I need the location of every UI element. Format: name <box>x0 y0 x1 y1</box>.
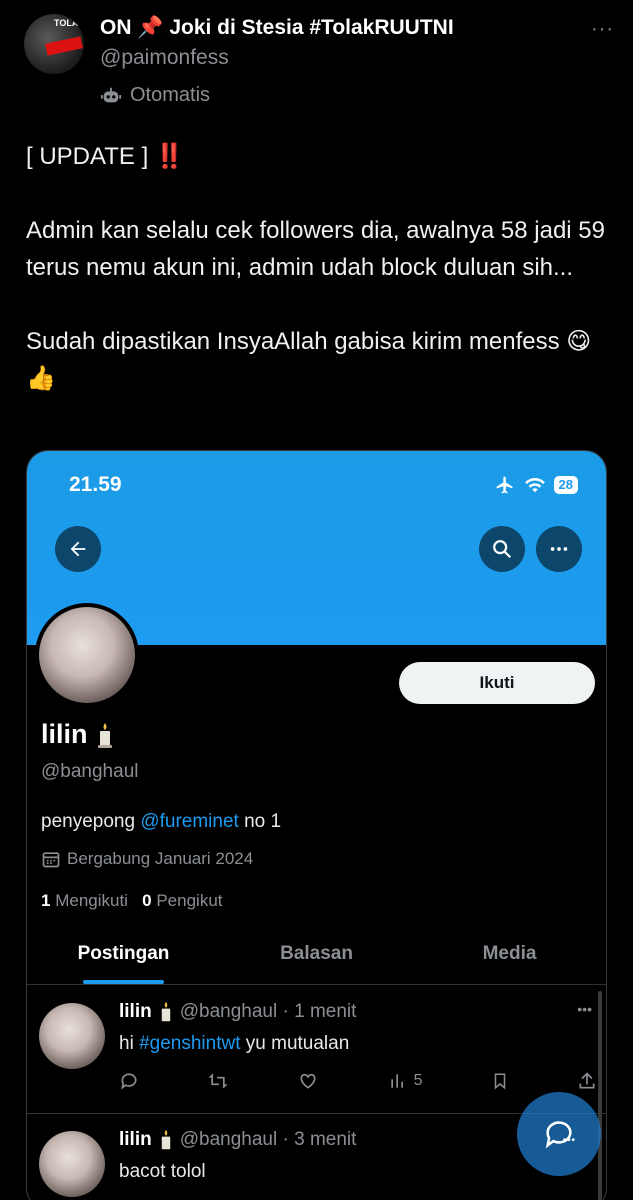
views-button[interactable]: 5 <box>388 1071 423 1091</box>
automated-label: Otomatis <box>100 84 210 107</box>
like-icon <box>300 1073 316 1089</box>
profile-joined: Bergabung Januari 2024 <box>41 849 253 869</box>
post-header: lilin @banghaul · 1 menit <box>119 1001 356 1023</box>
tweet-line-update: [ UPDATE ] ‼️ <box>26 138 606 175</box>
post-text-prefix: hi <box>119 1033 134 1054</box>
tweet-paragraph-3: Sudah dipastikan InsyaAllah gabisa kirim… <box>26 328 592 392</box>
compose-message-icon <box>545 1121 575 1149</box>
post-text: bacot tolol <box>119 1161 206 1183</box>
followers-link[interactable]: 0 Pengikut <box>142 891 222 910</box>
post-author-name[interactable]: lilin <box>119 1129 152 1151</box>
double-exclamation-icon: ‼️ <box>154 143 185 170</box>
reply-button[interactable] <box>119 1071 139 1091</box>
retweet-button[interactable] <box>207 1071 229 1091</box>
profile-tabs: Postingan Balasan Media <box>27 937 606 985</box>
candle-icon <box>97 722 112 748</box>
back-arrow-icon <box>70 541 86 557</box>
author-display-name[interactable]: ON 📌 Joki di Stesia #TolakRUUTNI <box>100 16 454 40</box>
like-button[interactable] <box>297 1071 319 1091</box>
profile-more-button[interactable] <box>536 526 582 572</box>
author-avatar[interactable]: TOLAK <box>24 14 84 74</box>
views-count: 5 <box>413 1072 423 1089</box>
profile-name: lilin <box>41 719 88 749</box>
candle-icon <box>161 1129 170 1150</box>
post-text-prefix: bacot tolol <box>119 1161 206 1182</box>
bookmark-icon <box>494 1073 506 1090</box>
post-header: lilin @banghaul · 3 menit <box>119 1129 356 1151</box>
joined-text: Bergabung Januari 2024 <box>67 849 254 868</box>
tab-balasan[interactable]: Balasan <box>220 937 413 984</box>
share-button[interactable] <box>577 1071 597 1091</box>
hashtag-link[interactable]: #genshintwt <box>139 1033 240 1054</box>
profile-handle: @banghaul <box>41 761 139 782</box>
followers-count: 0 <box>142 891 152 910</box>
tab-postingan[interactable]: Postingan <box>27 937 220 984</box>
wifi-icon <box>524 477 545 493</box>
following-link[interactable]: 1 Mengikuti <box>41 891 128 910</box>
post-author-name[interactable]: lilin <box>119 1001 152 1023</box>
profile-bio: penyepong @fureminet no 1 <box>41 811 281 833</box>
automated-text: Otomatis <box>130 84 211 106</box>
profile-stats: 1 Mengikuti 0 Pengikut <box>41 891 223 911</box>
post-avatar[interactable] <box>39 1131 105 1197</box>
following-label: Mengikuti <box>55 891 128 910</box>
retweet-icon <box>208 1073 228 1089</box>
reply-icon <box>121 1073 137 1090</box>
post-text: hi #genshintwt yu mutualan <box>119 1033 349 1055</box>
following-count: 1 <box>41 891 51 910</box>
update-label: [ UPDATE ] <box>26 143 149 170</box>
candle-icon <box>161 1001 170 1022</box>
battery-indicator: 28 <box>553 476 578 494</box>
profile-name-row: lilin <box>41 719 114 750</box>
profile-avatar[interactable] <box>35 603 139 707</box>
tweet-header: TOLAK ON 📌 Joki di Stesia #TolakRUUTNI @… <box>24 10 614 120</box>
timeline-post[interactable]: lilin @banghaul · 1 menit ••• hi #genshi… <box>27 987 606 1114</box>
search-button[interactable] <box>479 526 525 572</box>
post-more-icon[interactable]: ••• <box>577 1001 592 1017</box>
message-fab-button[interactable] <box>517 1092 601 1176</box>
author-handle[interactable]: @paimonfess <box>100 46 229 70</box>
search-icon <box>493 540 512 559</box>
views-icon <box>390 1074 403 1088</box>
tweet-more-icon[interactable]: ··· <box>591 18 614 41</box>
bookmark-button[interactable] <box>491 1071 509 1091</box>
post-actions: 5 <box>119 1071 597 1091</box>
scrollbar[interactable] <box>598 991 602 1200</box>
calendar-icon <box>42 852 60 868</box>
followers-label: Pengikut <box>156 891 223 910</box>
post-meta: @banghaul · 1 menit <box>179 1001 357 1022</box>
tweet-paragraph-2: Admin kan selalu cek followers dia, awal… <box>26 217 605 281</box>
bot-icon <box>100 87 122 102</box>
share-icon <box>579 1072 595 1089</box>
bio-text: penyepong <box>41 811 136 832</box>
tab-media[interactable]: Media <box>413 937 606 984</box>
follow-button[interactable]: Ikuti <box>399 662 595 704</box>
more-icon <box>550 547 568 551</box>
tweet-text: [ UPDATE ] ‼️ Admin kan selalu cek follo… <box>26 138 606 397</box>
avatar-text: TOLAK <box>54 18 84 28</box>
embedded-screenshot[interactable]: 21.59 28 Ikuti lilin @banghaul penyepong… <box>26 450 607 1200</box>
bio-text-suffix: no 1 <box>244 811 282 832</box>
back-button[interactable] <box>55 526 101 572</box>
airplane-icon <box>496 476 513 494</box>
status-icons: 28 <box>494 475 578 495</box>
post-text-suffix: yu mutualan <box>245 1033 350 1054</box>
status-time: 21.59 <box>69 473 122 496</box>
bio-mention-link[interactable]: @fureminet <box>140 811 239 832</box>
post-meta: @banghaul · 3 menit <box>179 1129 357 1150</box>
post-avatar[interactable] <box>39 1003 105 1069</box>
